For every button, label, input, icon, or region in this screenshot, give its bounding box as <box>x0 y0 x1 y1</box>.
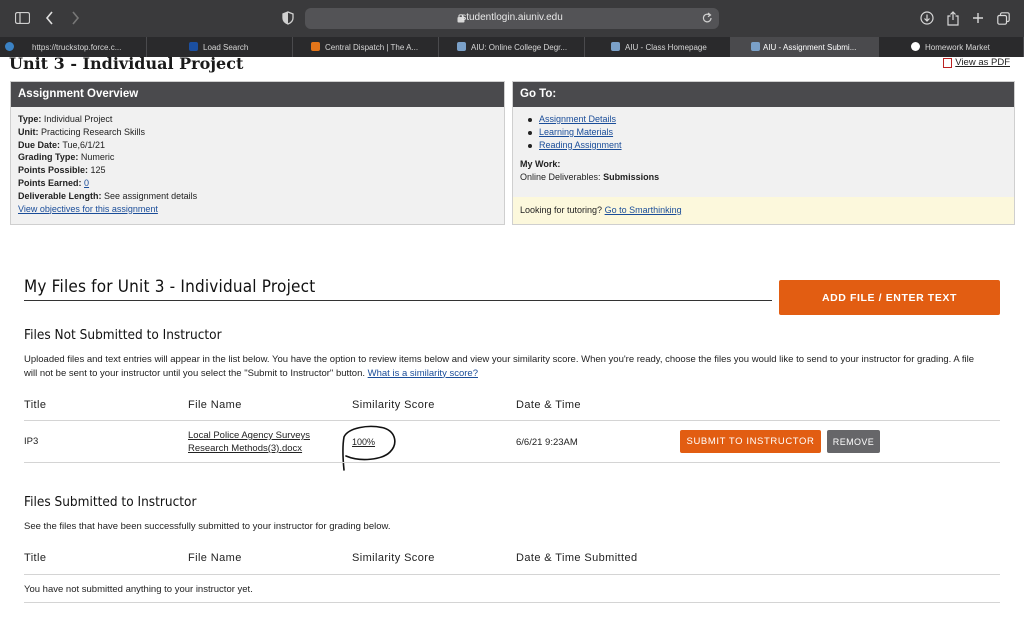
tab-label: AIU: Online College Degr... <box>471 42 568 52</box>
view-as-pdf-link[interactable]: View as PDF <box>943 57 1010 68</box>
file-name-link[interactable]: Local Police Agency Surveys Research Met… <box>188 429 310 455</box>
reading-assignment-link[interactable]: Reading Assignment <box>539 140 622 150</box>
add-file-button[interactable]: ADD FILE / ENTER TEXT <box>779 280 1000 315</box>
assignment-details-link[interactable]: Assignment Details <box>539 114 616 124</box>
tab-aiu-class-homepage[interactable]: AIU - Class Homepage <box>585 37 731 57</box>
submitted-heading: Files Submitted to Instructor <box>24 494 197 510</box>
file-name-line: Local Police Agency Surveys <box>188 430 310 441</box>
reload-icon[interactable] <box>702 12 713 27</box>
page-title: Unit 3 - Individual Project <box>9 54 244 73</box>
tab-aiu-online-college[interactable]: AIU: Online College Degr... <box>439 37 585 57</box>
submitted-description: See the files that have been successfull… <box>24 521 391 532</box>
points-earned-link[interactable]: 0 <box>84 178 89 188</box>
tab-label: AIU - Assignment Submi... <box>763 42 857 52</box>
go-to-links: Assignment Details Learning Materials Re… <box>520 113 1007 151</box>
deliverable-length-value: See assignment details <box>104 190 198 201</box>
similarity-score-help-link[interactable]: What is a similarity score? <box>368 368 478 379</box>
go-to-item: Assignment Details <box>526 113 1007 126</box>
column-file-name: File Name <box>188 399 242 411</box>
column-similarity-score: Similarity Score <box>352 399 435 411</box>
deliverable-length-label: Deliverable Length: <box>18 190 102 201</box>
my-work-label: My Work: <box>520 159 561 170</box>
panel-heading: Go To: <box>513 82 1014 107</box>
aiu-logo-icon <box>751 42 760 51</box>
go-to-item: Reading Assignment <box>526 139 1007 152</box>
remove-button[interactable]: REMOVE <box>827 430 880 453</box>
view-objectives-link[interactable]: View objectives for this assignment <box>18 204 158 214</box>
central-dispatch-logo-icon <box>311 42 320 51</box>
points-possible-value: 125 <box>90 165 106 176</box>
smarthinking-link[interactable]: Go to Smarthinking <box>605 205 682 215</box>
browser-toolbar: studentlogin.aiuniv.edu <box>0 0 1024 37</box>
heading-divider <box>24 300 772 301</box>
forward-icon[interactable] <box>66 9 84 27</box>
homework-market-logo-icon <box>911 42 920 51</box>
privacy-shield-icon[interactable] <box>279 9 297 27</box>
unit-label: Unit: <box>18 126 39 137</box>
tab-aiu-assignment[interactable]: AIU - Assignment Submi... <box>731 37 879 57</box>
tab-homework-market[interactable]: Homework Market <box>879 37 1024 57</box>
load-search-logo-icon <box>189 42 198 51</box>
column-file-name: File Name <box>188 552 242 564</box>
table-divider <box>24 462 1000 463</box>
assignment-overview-panel: Assignment Overview Type: Individual Pro… <box>10 81 505 225</box>
deliverables-label: Online Deliverables: <box>520 172 601 183</box>
empty-state-text: You have not submitted anything to your … <box>24 584 253 595</box>
tab-label: Load Search <box>203 42 249 52</box>
not-submitted-heading: Files Not Submitted to Instructor <box>24 327 222 343</box>
file-name-line: Research Methods(3).docx <box>188 443 303 454</box>
tab-overview-icon[interactable] <box>994 9 1012 27</box>
submit-to-instructor-button[interactable]: SUBMIT TO INSTRUCTOR <box>680 430 821 453</box>
due-date-label: Due Date: <box>18 139 61 150</box>
table-divider <box>24 574 1000 575</box>
sidebar-icon[interactable] <box>13 9 31 27</box>
share-icon[interactable] <box>944 9 962 27</box>
tutoring-text: Looking for tutoring? <box>520 205 603 215</box>
not-submitted-description: Uploaded files and text entries will app… <box>24 353 984 380</box>
due-date-value: Tue,6/1/21 <box>62 139 106 150</box>
panel-heading: Assignment Overview <box>11 82 504 107</box>
type-value: Individual Project <box>43 114 113 124</box>
go-to-panel: Go To: Assignment Details Learning Mater… <box>512 81 1015 225</box>
table-divider <box>24 420 1000 421</box>
learning-materials-link[interactable]: Learning Materials <box>539 127 613 137</box>
unit-value: Practicing Research Skills <box>41 126 146 137</box>
my-files-heading: My Files for Unit 3 - Individual Project <box>24 277 316 297</box>
tab-label: Homework Market <box>925 42 990 52</box>
points-possible-label: Points Possible: <box>18 165 89 176</box>
row-datetime: 6/6/21 9:23AM <box>516 437 578 448</box>
overview-body: Type: Individual Project Unit: Practicin… <box>11 107 504 221</box>
grading-type-value: Numeric <box>80 152 115 163</box>
column-date-time: Date & Time <box>516 399 581 411</box>
pdf-link-label: View as PDF <box>955 57 1010 68</box>
row-title: IP3 <box>24 436 39 447</box>
aiu-logo-icon <box>457 42 466 51</box>
type-label: Type: <box>18 114 42 124</box>
tutoring-banner: Looking for tutoring? Go to Smarthinking <box>513 197 1014 224</box>
address-bar[interactable]: studentlogin.aiuniv.edu <box>305 8 719 29</box>
handwritten-circle-mark <box>342 425 396 471</box>
url-text: studentlogin.aiuniv.edu <box>461 12 563 23</box>
tab-label: Central Dispatch | The A... <box>325 42 419 52</box>
pdf-icon <box>943 57 953 68</box>
column-title: Title <box>24 552 47 564</box>
deliverables-value: Submissions <box>603 172 660 183</box>
cloud-icon <box>5 42 14 51</box>
aiu-logo-icon <box>611 42 620 51</box>
column-date-time-submitted: Date & Time Submitted <box>516 552 638 564</box>
go-to-item: Learning Materials <box>526 126 1007 139</box>
tab-central-dispatch[interactable]: Central Dispatch | The A... <box>293 37 439 57</box>
column-similarity-score: Similarity Score <box>352 552 435 564</box>
new-tab-icon[interactable] <box>969 9 987 27</box>
download-icon[interactable] <box>918 9 936 27</box>
back-icon[interactable] <box>41 9 59 27</box>
go-to-body: Assignment Details Learning Materials Re… <box>513 107 1014 190</box>
grading-type-label: Grading Type: <box>18 152 79 163</box>
tab-label: https://truckstop.force.c... <box>32 42 122 52</box>
points-earned-label: Points Earned: <box>18 177 82 188</box>
table-divider <box>24 602 1000 603</box>
column-title: Title <box>24 399 47 411</box>
description-text: Uploaded files and text entries will app… <box>24 354 975 379</box>
